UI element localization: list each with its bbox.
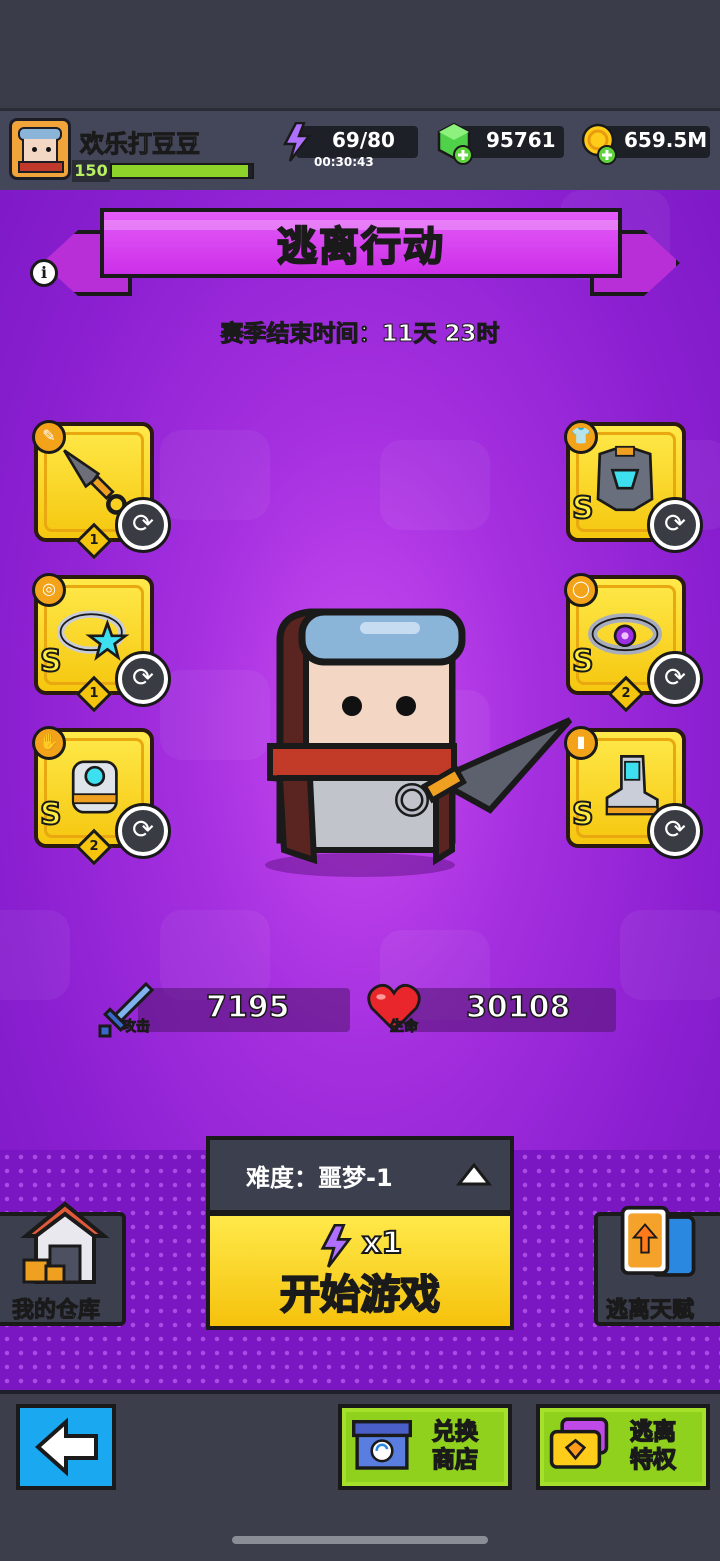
player-level: 150 [72,160,110,182]
talent-cards-icon [620,1205,696,1277]
gems-value: 95761 [486,128,556,152]
hero-character[interactable] [240,600,580,890]
armor-slot-badge: 👕 [564,420,598,454]
back-button[interactable] [16,1404,116,1490]
hp-value: 30108 [465,989,571,1026]
energy-value: 69/80 [332,128,395,152]
xp-bar-fill [112,165,248,177]
swap-ring-icon[interactable]: ⟳ [647,651,703,707]
swap-necklace-icon[interactable]: ⟳ [115,651,171,707]
gloves-grade: S [39,796,63,833]
exchange-shop-label: 兑换 商店 [431,1418,479,1474]
shop-icon [352,1420,412,1470]
energy-timer: 00:30:43 [314,155,374,169]
season-end-time: 赛季结束时间：11天 23时 [220,321,500,348]
xp-bar [110,163,254,179]
coins-value: 659.5M [624,128,708,152]
avatar-scarf [18,161,64,173]
armor-grade: S [571,490,595,527]
hp-label: 生命 [390,1019,419,1036]
avatar[interactable] [9,118,71,180]
chevron-up-icon[interactable] [456,1162,492,1188]
bg-decoration [620,910,720,1000]
start-energy-cost: x1 [361,1225,403,1262]
page-title: 逃离行动 [276,223,445,271]
gold-coin-plus-icon [581,123,617,165]
swap-armor-icon[interactable]: ⟳ [647,497,703,553]
home-indicator[interactable] [232,1536,488,1544]
swap-gloves-icon[interactable]: ⟳ [115,803,171,859]
necklace-grade: S [39,643,63,680]
attack-value: 7195 [205,989,290,1026]
gloves-slot-badge: ✋ [32,726,66,760]
bg-decoration [0,910,70,1000]
warehouse-icon [20,1201,110,1284]
info-icon[interactable]: i [30,259,58,287]
status-area [0,0,720,108]
swap-weapon-icon[interactable]: ⟳ [115,497,171,553]
talent-label: 逃离天赋 [605,1298,695,1324]
bg-decoration [160,910,270,1000]
necklace-slot-badge: ◎ [32,573,66,607]
bg-decoration [160,430,270,520]
bg-decoration [380,440,490,530]
swap-boots-icon[interactable]: ⟳ [647,803,703,859]
escape-privilege-label: 逃离 特权 [629,1418,677,1474]
avatar-face [22,139,58,163]
arrow-left-icon [34,1417,98,1477]
weapon-slot-badge: ✎ [32,420,66,454]
player-name: 欢乐打豆豆 [80,130,201,159]
green-gem-plus-icon [437,122,473,165]
difficulty-text: 难度：噩梦-1 [246,1164,393,1192]
privilege-card-icon [549,1417,609,1469]
lightning-icon [282,122,312,162]
start-game-label: 开始游戏 [279,1271,441,1319]
attack-label: 攻击 [122,1019,151,1036]
warehouse-label: 我的仓库 [11,1298,101,1324]
